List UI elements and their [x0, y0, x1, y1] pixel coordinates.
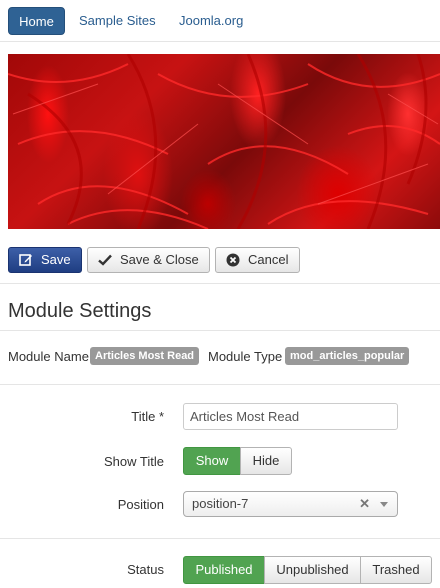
save-close-label: Save & Close — [120, 252, 199, 267]
top-nav: Home Sample Sites Joomla.org — [0, 0, 440, 42]
divider — [0, 330, 440, 331]
position-value: position-7 — [192, 496, 249, 511]
nav-item-joomla-org[interactable]: Joomla.org — [179, 7, 243, 35]
position-label: Position — [117, 497, 164, 512]
module-type-badge: mod_articles_popular — [285, 347, 410, 365]
clear-icon[interactable]: ✕ — [359, 492, 370, 516]
module-name-badge: Articles Most Read — [90, 347, 200, 365]
red-grass-image — [8, 54, 440, 229]
title-input[interactable]: Articles Most Read — [183, 403, 398, 430]
cancel-circle-icon — [226, 253, 240, 267]
status-trashed-toggle[interactable]: Trashed — [360, 556, 432, 584]
save-label: Save — [41, 252, 71, 267]
show-title-show-toggle[interactable]: Show — [183, 447, 241, 475]
status-label: Status — [127, 562, 164, 577]
module-name-label: Module Name — [8, 349, 89, 364]
save-button[interactable]: Save — [8, 247, 82, 273]
save-close-button[interactable]: Save & Close — [87, 247, 210, 273]
page-title: Module Settings — [8, 300, 152, 322]
show-title-label: Show Title — [104, 454, 164, 469]
divider — [0, 283, 440, 284]
checkmark-icon — [98, 254, 112, 266]
module-type-label: Module Type — [208, 349, 283, 364]
cancel-button[interactable]: Cancel — [215, 247, 300, 273]
divider — [0, 384, 440, 385]
status-published-toggle[interactable]: Published — [183, 556, 265, 584]
show-title-hide-toggle[interactable]: Hide — [240, 447, 292, 475]
edit-icon — [19, 254, 32, 266]
title-label: Title * — [131, 409, 164, 424]
position-select[interactable]: position-7 ✕ — [183, 491, 398, 517]
header-image — [8, 54, 440, 229]
divider — [0, 538, 440, 539]
nav-item-sample-sites[interactable]: Sample Sites — [79, 7, 156, 35]
status-unpublished-toggle[interactable]: Unpublished — [264, 556, 361, 584]
chevron-down-icon[interactable] — [380, 502, 388, 507]
cancel-label: Cancel — [248, 252, 289, 267]
nav-item-home[interactable]: Home — [8, 7, 65, 35]
